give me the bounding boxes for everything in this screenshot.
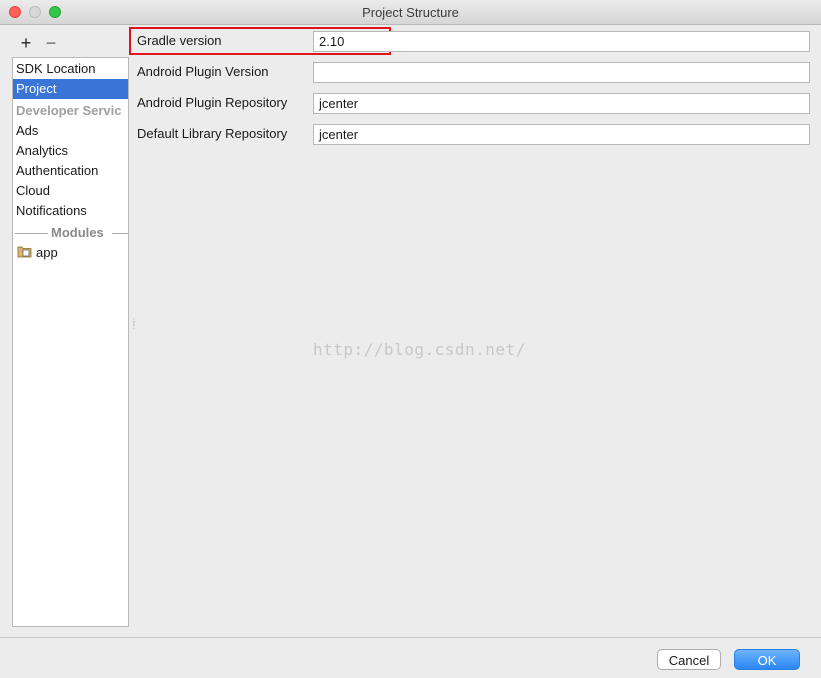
module-label: app — [36, 245, 58, 260]
window-title: Project Structure — [362, 5, 459, 20]
android-plugin-version-input[interactable] — [313, 62, 810, 83]
default-library-repository-label: Default Library Repository — [137, 126, 288, 141]
sidebar-item-analytics[interactable]: Analytics — [13, 141, 128, 161]
android-plugin-repository-label: Android Plugin Repository — [137, 95, 288, 110]
modules-separator-line-left — [15, 233, 48, 234]
watermark-text: http://blog.csdn.net/ — [313, 340, 526, 359]
sidebar: SDK Location Project Developer Servic Ad… — [12, 57, 129, 627]
title-bar: Project Structure — [0, 0, 821, 25]
sidebar-item-sdk-location[interactable]: SDK Location — [13, 59, 128, 79]
splitter-handle[interactable]: ⋮ ⋮ — [130, 318, 138, 334]
modules-header: Modules — [51, 225, 104, 240]
module-folder-icon — [17, 244, 32, 264]
modules-separator-line-right — [112, 233, 128, 234]
cancel-button[interactable]: Cancel — [657, 649, 721, 670]
sidebar-item-authentication[interactable]: Authentication — [13, 161, 128, 181]
sidebar-item-project[interactable]: Project — [13, 79, 128, 99]
android-plugin-repository-input[interactable]: jcenter — [313, 93, 810, 114]
gradle-version-input[interactable]: 2.10 — [313, 31, 810, 52]
ok-button[interactable]: OK — [734, 649, 800, 670]
footer-divider — [0, 637, 821, 638]
gradle-version-label: Gradle version — [137, 33, 222, 48]
sidebar-item-cloud[interactable]: Cloud — [13, 181, 128, 201]
add-button[interactable]: + — [18, 34, 34, 52]
developer-services-header: Developer Servic — [16, 103, 122, 118]
remove-button[interactable]: − — [43, 34, 59, 52]
default-library-repository-input[interactable]: jcenter — [313, 124, 810, 145]
android-plugin-version-label: Android Plugin Version — [137, 64, 269, 79]
sidebar-item-ads[interactable]: Ads — [13, 121, 128, 141]
sidebar-item-app[interactable]: app — [17, 243, 58, 263]
sidebar-item-notifications[interactable]: Notifications — [13, 201, 128, 221]
modules-separator: Modules — [13, 223, 128, 243]
